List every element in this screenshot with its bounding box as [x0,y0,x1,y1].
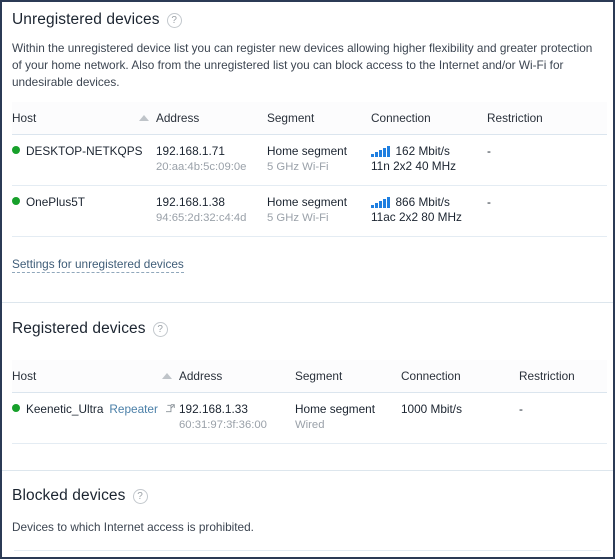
table-header-row: Host Address Segment Connection Restrict… [12,102,607,135]
cell-segment: Home segment 5 GHz Wi-Fi [267,185,371,237]
cell-host: DESKTOP-NETKQPS [12,134,156,186]
status-online-dot-icon [12,146,20,154]
cell-restriction: - [487,134,607,186]
status-online-dot-icon [12,197,20,205]
cell-connection: 866 Mbit/s 11ac 2x2 80 MHz [371,185,487,237]
device-ip-address: 192.168.1.33 [179,402,248,416]
cell-address: 192.168.1.38 94:65:2d:32:c4:4d [156,185,267,237]
column-header-host-label: Host [12,111,37,125]
column-header-host[interactable]: Host [12,102,156,135]
sort-ascending-icon[interactable] [162,373,172,379]
column-header-address-label: Address [179,369,223,383]
cell-host: Keenetic_Ultra Repeater [12,392,179,444]
device-ip-address: 192.168.1.38 [156,195,225,209]
cell-address: 192.168.1.71 20:aa:4b:5c:09:0e [156,134,267,186]
column-header-segment-label: Segment [267,111,315,125]
column-header-restriction[interactable]: Restriction [487,102,607,135]
column-header-segment[interactable]: Segment [295,360,401,393]
device-mac-address: 60:31:97:3f:36:00 [179,419,267,431]
question-circle-icon[interactable]: ? [166,12,182,28]
cell-address: 192.168.1.33 60:31:97:3f:36:00 [179,392,295,444]
blocked-devices-section: Blocked devices ? Devices to which Inter… [2,471,613,557]
registered-section-header: Registered devices ? [12,320,603,338]
signal-strength-icon [371,196,390,208]
device-segment: Home segment [267,195,347,209]
column-header-connection[interactable]: Connection [371,102,487,135]
device-segment-detail: 5 GHz Wi-Fi [267,161,329,173]
unregistered-intro-text: Within the unregistered device list you … [12,41,593,89]
column-header-restriction[interactable]: Restriction [519,360,607,393]
column-header-segment-label: Segment [295,369,343,383]
table-row[interactable]: OnePlus5T 192.168.1.38 94:65:2d:32:c4:4d… [12,185,607,237]
settings-for-unregistered-devices-link[interactable]: Settings for unregistered devices [12,257,184,273]
column-header-restriction-label: Restriction [519,369,575,383]
blocked-devices-empty-state: No blocked devices [14,550,601,557]
device-ip-address: 192.168.1.71 [156,144,225,158]
question-circle-icon[interactable]: ? [132,488,148,504]
column-header-host-label: Host [12,369,37,383]
device-segment-detail: 5 GHz Wi-Fi [267,212,329,224]
device-link-speed: 1000 Mbit/s [401,402,462,416]
registered-devices-title: Registered devices [12,320,146,337]
device-host-name: OnePlus5T [26,195,86,209]
column-header-restriction-label: Restriction [487,111,543,125]
column-header-address[interactable]: Address [156,102,267,135]
unregistered-devices-table: Host Address Segment Connection Restrict… [12,102,607,237]
device-segment: Home segment [295,402,375,416]
device-mac-address: 94:65:2d:32:c4:4d [156,212,247,224]
column-header-address[interactable]: Address [179,360,295,393]
signal-strength-icon [371,145,390,157]
table-row[interactable]: DESKTOP-NETKQPS 192.168.1.71 20:aa:4b:5c… [12,134,607,186]
sort-ascending-icon[interactable] [139,115,149,121]
cell-host: OnePlus5T [12,185,156,237]
cell-segment: Home segment Wired [295,392,401,444]
column-header-connection-label: Connection [401,369,461,383]
repeater-link[interactable]: Repeater [109,402,158,416]
column-header-segment[interactable]: Segment [267,102,371,135]
page-title: Unregistered devices [12,11,160,28]
status-online-dot-icon [12,404,20,412]
unregistered-devices-section: Unregistered devices ? Within the unregi… [2,2,613,273]
column-header-host[interactable]: Host [12,360,179,393]
device-restriction: - [487,195,491,209]
column-header-connection-label: Connection [371,111,431,125]
registered-devices-table: Host Address Segment Connection Restrict… [12,360,607,444]
cell-restriction: - [487,185,607,237]
device-segment-detail: Wired [295,419,325,431]
cell-restriction: - [519,392,607,444]
device-wifi-mode: 11ac 2x2 80 MHz [371,210,462,224]
question-circle-icon[interactable]: ? [152,321,168,337]
unregistered-section-header: Unregistered devices ? [12,11,603,29]
device-restriction: - [519,402,523,416]
cell-connection: 1000 Mbit/s [401,392,519,444]
blocked-section-header: Blocked devices ? [12,487,603,505]
table-header-row: Host Address Segment Connection Restrict… [12,360,607,393]
device-segment: Home segment [267,144,347,158]
device-host-name: Keenetic_Ultra [26,402,104,416]
column-header-address-label: Address [156,111,200,125]
device-wifi-mode: 11n 2x2 40 MHz [371,159,457,173]
device-mac-address: 20:aa:4b:5c:09:0e [156,161,247,173]
blocked-devices-note: Devices to which Internet access is proh… [12,520,254,534]
device-link-speed: 162 Mbit/s [395,144,450,158]
table-row[interactable]: Keenetic_Ultra Repeater 192.168.1.33 60:… [12,392,607,444]
device-restriction: - [487,144,491,158]
column-header-connection[interactable]: Connection [401,360,519,393]
device-host-name: DESKTOP-NETKQPS [26,144,143,158]
device-link-speed: 866 Mbit/s [395,195,450,209]
registered-devices-section: Registered devices ? Host Address Segmen… [2,303,613,444]
cell-connection: 162 Mbit/s 11n 2x2 40 MHz [371,134,487,186]
blocked-devices-title: Blocked devices [12,487,126,504]
cell-segment: Home segment 5 GHz Wi-Fi [267,134,371,186]
device-list-page: Unregistered devices ? Within the unregi… [0,0,615,559]
external-link-icon[interactable] [165,404,175,413]
